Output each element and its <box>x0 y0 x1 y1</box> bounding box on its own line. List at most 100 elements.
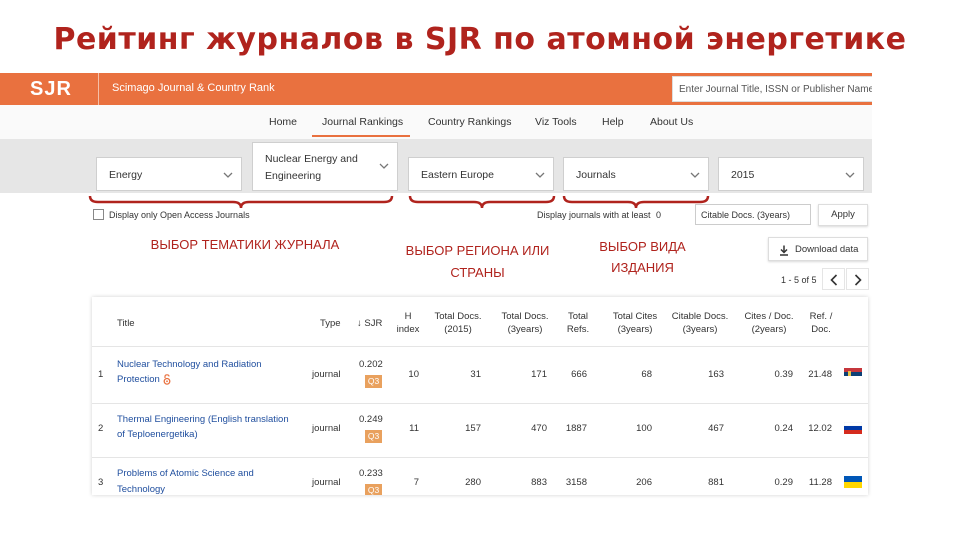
row-rank: 1 <box>98 369 104 380</box>
open-access-checkbox[interactable] <box>93 209 104 220</box>
journal-title-line2[interactable]: of Teploenergetika) <box>117 429 198 441</box>
subject-category-select[interactable]: Nuclear Energy and Engineering <box>252 142 398 191</box>
row-type: journal <box>312 369 341 380</box>
col-ref-per-doc-1[interactable]: Ref. / <box>801 311 841 323</box>
region-brace <box>408 195 556 209</box>
subject-brace <box>88 195 394 209</box>
row-citable-docs: 467 <box>708 423 724 434</box>
row-divider <box>92 403 868 404</box>
journal-title-line1[interactable]: Problems of Atomic Science and <box>117 468 254 480</box>
subject-category-line2: Engineering <box>265 170 322 182</box>
nav-help[interactable]: Help <box>602 116 624 128</box>
col-cites-per-doc-1[interactable]: Cites / Doc. <box>738 311 800 323</box>
col-citable-docs-2[interactable]: (3years) <box>667 324 733 336</box>
chevron-down-icon <box>535 172 545 178</box>
col-total-docs-1[interactable]: Total Docs. <box>427 311 489 323</box>
row-citable-docs: 163 <box>708 369 724 380</box>
quartile-badge: Q3 <box>365 484 382 495</box>
row-total-refs: 3158 <box>565 477 587 488</box>
apply-button[interactable]: Apply <box>818 204 868 226</box>
sjr-logo[interactable]: SJR <box>30 78 72 101</box>
next-page-button[interactable] <box>846 268 869 290</box>
row-sjr: 0.202 <box>359 359 383 370</box>
col-total-refs-2[interactable]: Refs. <box>558 324 598 336</box>
col-type[interactable]: Type <box>320 318 341 330</box>
filter-bar: Energy Nuclear Energy and Engineering Ea… <box>0 139 872 193</box>
row-total-cites: 100 <box>636 423 652 434</box>
row-total-cites: 206 <box>636 477 652 488</box>
col-total-docs3y-2[interactable]: (3years) <box>494 324 556 336</box>
region-select[interactable]: Eastern Europe <box>408 157 554 191</box>
chevron-down-icon <box>690 172 700 178</box>
row-total-docs-2015: 157 <box>465 423 481 434</box>
serbia-flag-icon <box>844 368 862 380</box>
journal-title-line2[interactable]: Protection <box>117 374 160 385</box>
col-total-cites-2[interactable]: (3years) <box>602 324 668 336</box>
citable-docs-select[interactable]: Citable Docs. (3years) <box>695 204 811 225</box>
site-name[interactable]: Scimago Journal & Country Rank <box>112 82 275 94</box>
annotation-type-line1: ВЫБОР ВИДА <box>599 239 686 254</box>
subject-area-select[interactable]: Energy <box>96 157 242 191</box>
min-docs-label: Display journals with at least <box>537 210 651 220</box>
type-value: Journals <box>576 169 616 181</box>
download-data-button[interactable]: Download data <box>768 237 868 261</box>
row-ref-per-doc: 12.02 <box>808 423 832 434</box>
col-total-cites-1[interactable]: Total Cites <box>602 311 668 323</box>
nav-country-rankings[interactable]: Country Rankings <box>428 116 511 128</box>
open-access-icon <box>163 374 171 385</box>
journal-title-line1[interactable]: Nuclear Technology and Radiation <box>117 359 262 371</box>
chevron-down-icon <box>845 172 855 178</box>
col-total-docs3y-1[interactable]: Total Docs. <box>494 311 556 323</box>
col-sjr[interactable]: ↓ SJR <box>357 318 382 330</box>
row-total-refs: 1887 <box>565 423 587 434</box>
chevron-down-icon <box>223 172 233 178</box>
row-total-docs-3y: 883 <box>531 477 547 488</box>
col-h-index-1[interactable]: H <box>392 311 424 323</box>
subject-category-line1: Nuclear Energy and <box>265 153 358 165</box>
search-input[interactable]: Enter Journal Title, ISSN or Publisher N… <box>672 76 872 102</box>
russia-flag-icon <box>844 422 862 434</box>
col-title[interactable]: Title <box>117 318 135 330</box>
row-h-index: 7 <box>413 477 419 488</box>
nav-journal-rankings[interactable]: Journal Rankings <box>322 116 403 128</box>
min-docs-input[interactable]: 0 <box>656 210 661 220</box>
journal-title-line1[interactable]: Thermal Engineering (English translation <box>117 414 289 426</box>
journal-title-line2-wrap[interactable]: Protection <box>117 374 171 386</box>
year-select[interactable]: 2015 <box>718 157 864 191</box>
nav-about-us[interactable]: About Us <box>650 116 693 128</box>
logo-divider <box>98 73 99 105</box>
row-total-docs-3y: 171 <box>531 369 547 380</box>
col-ref-per-doc-2[interactable]: Doc. <box>801 324 841 336</box>
row-h-index: 10 <box>408 369 419 380</box>
type-select[interactable]: Journals <box>563 157 709 191</box>
nav-home[interactable]: Home <box>269 116 297 128</box>
chevron-right-icon <box>854 274 862 286</box>
journal-title-line2[interactable]: Technology <box>117 484 165 495</box>
annotation-type-line2: ИЗДАНИЯ <box>611 260 674 275</box>
type-brace <box>562 195 710 209</box>
col-cites-per-doc-2[interactable]: (2years) <box>738 324 800 336</box>
row-type: journal <box>312 477 341 488</box>
pagination-info: 1 - 5 of 5 <box>781 275 817 285</box>
year-value: 2015 <box>731 169 755 181</box>
open-access-label: Display only Open Access Journals <box>109 210 250 220</box>
ukraine-flag-icon <box>844 476 862 488</box>
annotation-region-line1: ВЫБОР РЕГИОНА ИЛИ <box>405 243 550 258</box>
quartile-badge: Q3 <box>365 430 382 443</box>
region-value: Eastern Europe <box>421 169 494 181</box>
row-h-index: 11 <box>409 423 419 434</box>
col-total-docs-2[interactable]: (2015) <box>427 324 489 336</box>
col-total-refs-1[interactable]: Total <box>558 311 598 323</box>
chevron-left-icon <box>830 274 838 286</box>
chevron-down-icon <box>379 163 389 169</box>
row-cites-per-doc: 0.39 <box>774 369 794 380</box>
prev-page-button[interactable] <box>822 268 845 290</box>
top-bar: SJR Scimago Journal & Country Rank Enter… <box>0 73 872 105</box>
nav-viz-tools[interactable]: Viz Tools <box>535 116 577 128</box>
col-citable-docs-1[interactable]: Citable Docs. <box>667 311 733 323</box>
annotation-region-line2: СТРАНЫ <box>450 265 505 280</box>
row-rank: 2 <box>98 423 104 434</box>
col-h-index-2[interactable]: index <box>392 324 424 336</box>
annotation-subject: ВЫБОР ТЕМАТИКИ ЖУРНАЛА <box>150 237 340 252</box>
row-cites-per-doc: 0.29 <box>774 477 794 488</box>
